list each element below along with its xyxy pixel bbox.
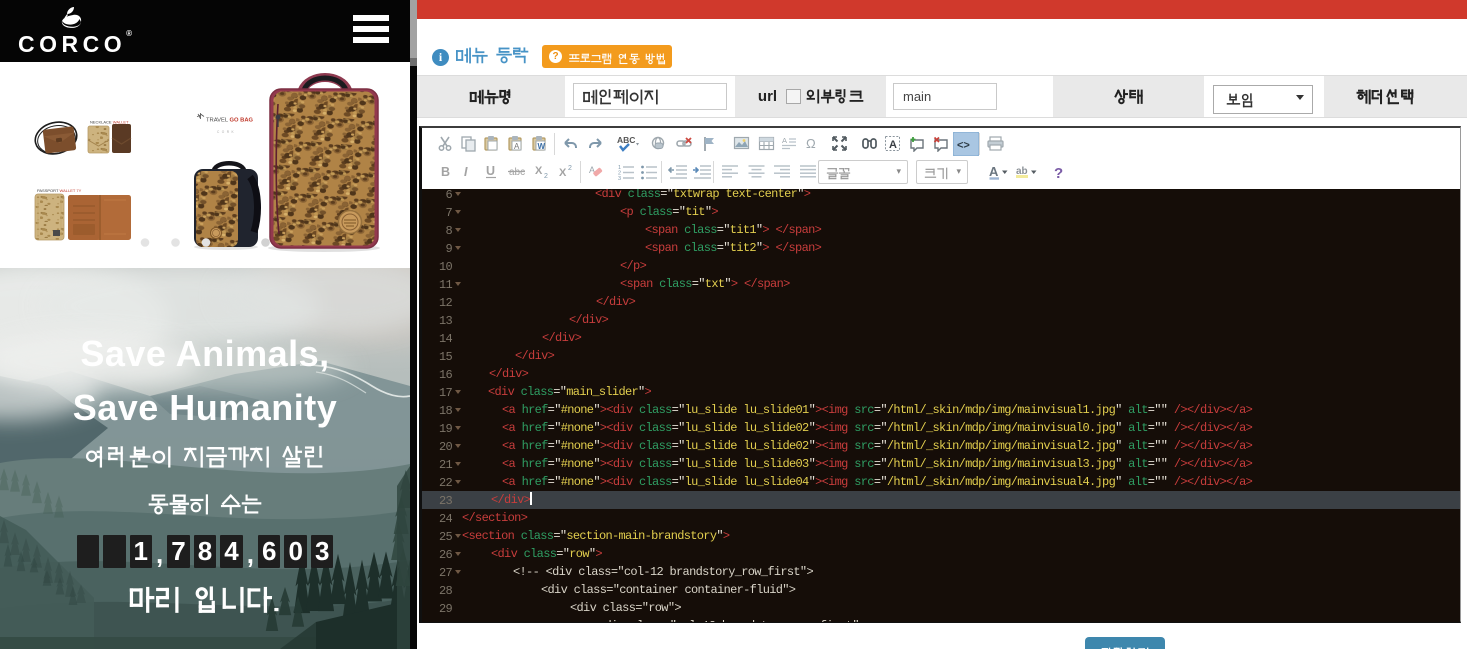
svg-text:I: I [464,165,468,179]
svg-text:NECKLACE WALLET: NECKLACE WALLET [90,120,129,125]
svg-text:PASSPORT WALLET 7Y: PASSPORT WALLET 7Y [37,188,82,193]
svg-text:abc: abc [509,167,525,178]
svg-text:A: A [514,142,520,151]
svg-text:A: A [989,164,999,179]
svg-text:X: X [535,165,543,177]
svg-text:?: ? [1054,165,1063,181]
svg-text:W: W [538,142,546,151]
svg-text:ABC: ABC [617,135,635,145]
svg-text:A: A [782,136,787,145]
svg-text:X: X [559,167,567,179]
svg-text:B: B [441,165,450,179]
svg-text:U: U [486,164,495,178]
svg-text:<>: <> [957,140,970,152]
svg-text:2: 2 [568,165,572,172]
svg-text:C O R K: C O R K [217,130,235,134]
svg-text:A: A [889,139,897,151]
svg-text:Ω: Ω [806,136,816,151]
svg-text:2: 2 [544,173,548,180]
svg-text:TRAVEL GO BAG: TRAVEL GO BAG [206,118,254,124]
svg-text:3: 3 [618,176,621,180]
